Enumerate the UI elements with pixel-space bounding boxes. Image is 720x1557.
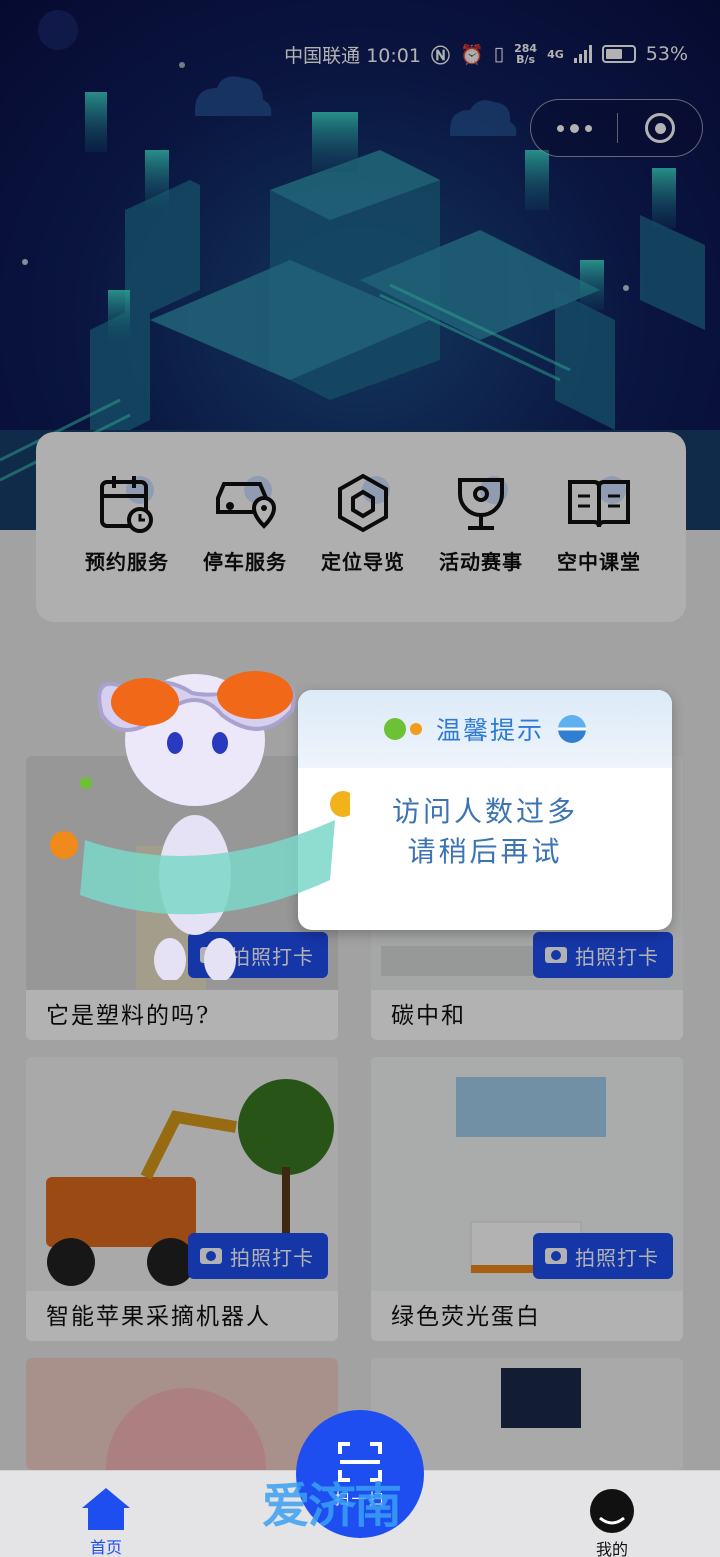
tab-mine[interactable]: 我的 — [588, 1488, 636, 1557]
tab-label: 我的 — [595, 1540, 628, 1557]
user-icon — [590, 1489, 634, 1533]
notice-popup: 温馨提示 访问人数过多 请稍后再试 — [298, 690, 672, 930]
watermark-logo: 爱济南 — [262, 1478, 402, 1534]
popup-message: 访问人数过多 请稍后再试 — [298, 768, 672, 872]
popup-line-2: 请稍后再试 — [407, 835, 563, 868]
decor-ball-icon — [558, 715, 586, 743]
tab-label: 首页 — [89, 1538, 122, 1557]
mascot-illustration — [50, 671, 350, 980]
popup-header: 温馨提示 — [298, 690, 672, 768]
tab-home[interactable]: 首页 — [80, 1484, 132, 1557]
popup-title: 温馨提示 — [435, 716, 544, 745]
home-icon — [82, 1488, 130, 1530]
popup-line-1: 访问人数过多 — [391, 795, 578, 828]
decor-dots-icon — [383, 718, 422, 740]
